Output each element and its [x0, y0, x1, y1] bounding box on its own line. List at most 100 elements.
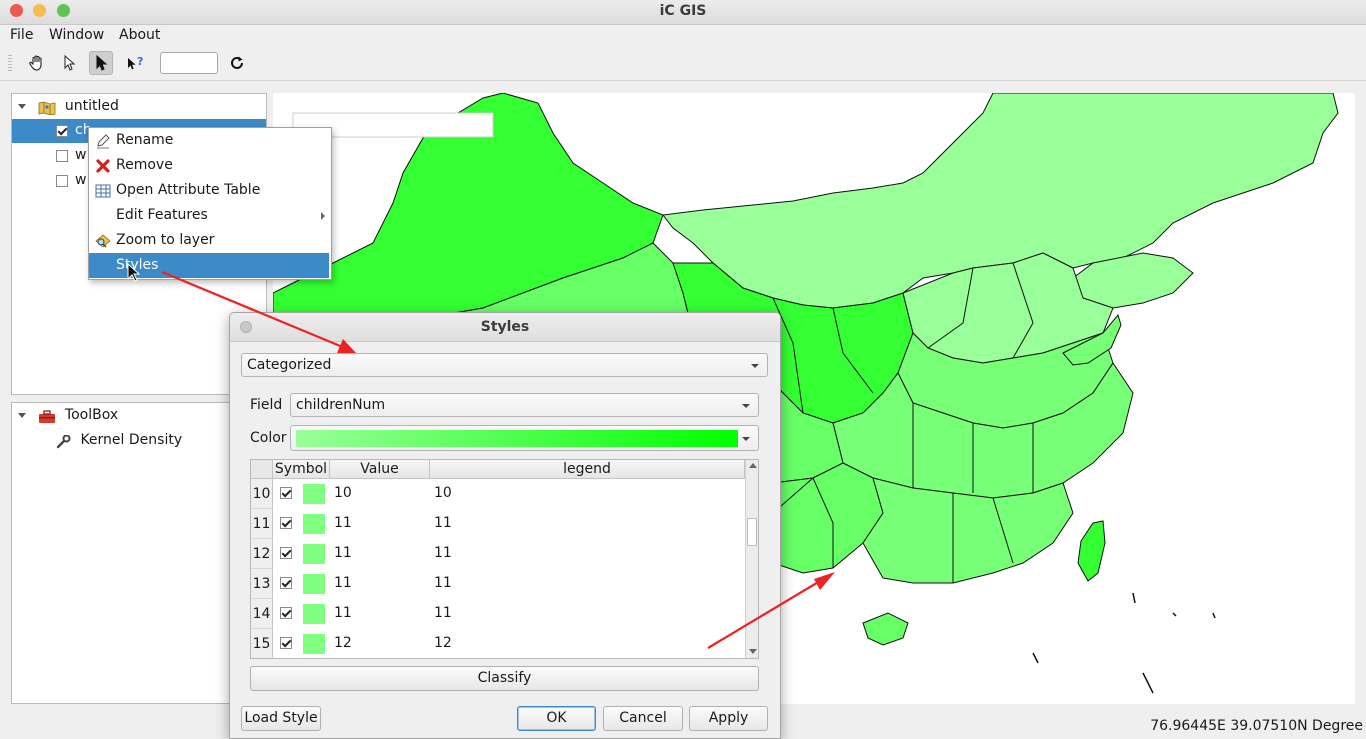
layer-root-label: untitled	[64, 98, 119, 114]
tool-kernel-density-label: Kernel Density	[80, 432, 183, 448]
ctx-zoom-to-layer-label: Zoom to layer	[116, 232, 215, 248]
refresh-icon[interactable]	[225, 51, 249, 75]
row-visible-checkbox[interactable]	[280, 547, 292, 559]
toolbox-title: ToolBox	[64, 407, 119, 423]
row-legend[interactable]: 10	[434, 485, 452, 501]
ctx-edit-features-label: Edit Features	[116, 207, 208, 223]
expand-arrow-icon[interactable]	[18, 103, 26, 109]
scroll-up-icon[interactable]	[749, 463, 757, 468]
ctx-rename[interactable]: Rename	[89, 128, 329, 153]
identify-arrow-icon[interactable]	[89, 51, 113, 75]
status-bar: 76.96445E 39.07510N Degree	[0, 712, 1366, 737]
map-region[interactable]	[1077, 520, 1106, 582]
styles-dialog: Styles Categorized Field childrenNum Col…	[229, 312, 781, 739]
ctx-open-attribute-table-label: Open Attribute Table	[116, 182, 261, 198]
row-visible-checkbox[interactable]	[280, 607, 292, 619]
layer-root-row[interactable]: untitled	[18, 94, 119, 119]
column-header-value[interactable]: Value	[330, 460, 430, 479]
whats-this-icon[interactable]: ?	[123, 51, 147, 75]
row-legend[interactable]: 11	[434, 605, 452, 621]
row-number: 11	[251, 509, 273, 539]
toolbox-icon	[38, 408, 56, 423]
table-row[interactable]: 10 10 10	[251, 479, 745, 509]
row-legend[interactable]: 11	[434, 545, 452, 561]
symbol-swatch[interactable]	[303, 604, 325, 624]
select-arrow-icon[interactable]	[57, 51, 81, 75]
scrollbar-thumb[interactable]	[747, 518, 757, 546]
ctx-remove[interactable]: Remove	[89, 153, 329, 178]
row-value[interactable]: 10	[334, 485, 352, 501]
color-label: Color	[250, 430, 287, 446]
row-legend[interactable]: 11	[434, 515, 452, 531]
window-title: iC GIS	[659, 3, 707, 19]
styles-dialog-title: Styles	[480, 319, 530, 335]
column-header-legend[interactable]: legend	[430, 460, 745, 479]
field-label: Field	[250, 397, 283, 413]
row-number: 12	[251, 539, 273, 569]
ctx-edit-features[interactable]: Edit Features	[89, 203, 329, 228]
table-icon	[95, 183, 111, 199]
row-legend[interactable]: 11	[434, 575, 452, 591]
red-x-icon	[95, 158, 111, 174]
symbol-swatch[interactable]	[303, 544, 325, 564]
row-value[interactable]: 11	[334, 515, 352, 531]
row-visible-checkbox[interactable]	[280, 637, 292, 649]
row-value[interactable]: 11	[334, 545, 352, 561]
table-scrollbar[interactable]	[745, 460, 758, 658]
color-ramp-select[interactable]	[290, 425, 759, 451]
row-value[interactable]: 11	[334, 575, 352, 591]
toolbar: ?	[0, 47, 1366, 81]
row-visible-checkbox[interactable]	[280, 517, 292, 529]
layer-item-2-checkbox[interactable]	[56, 175, 68, 187]
renderer-select[interactable]: Categorized	[241, 353, 768, 377]
row-visible-checkbox[interactable]	[280, 487, 292, 499]
row-legend[interactable]: 12	[434, 635, 452, 651]
menu-about[interactable]: About	[119, 27, 160, 43]
row-value[interactable]: 12	[334, 635, 352, 651]
layer-item-1-checkbox[interactable]	[56, 150, 68, 162]
ctx-styles[interactable]: Styles	[89, 253, 329, 278]
symbol-swatch[interactable]	[303, 634, 325, 654]
menu-window[interactable]: Window	[49, 27, 104, 43]
row-number: 14	[251, 599, 273, 629]
ctx-open-attribute-table[interactable]: Open Attribute Table	[89, 178, 329, 203]
mouse-cursor-icon	[127, 263, 141, 282]
symbol-swatch[interactable]	[303, 574, 325, 594]
layer-item-0-checkbox[interactable]	[56, 125, 68, 137]
ctx-zoom-to-layer[interactable]: Zoom to layer	[89, 228, 329, 253]
table-row[interactable]: 15 12 12	[251, 629, 745, 658]
row-visible-checkbox[interactable]	[280, 577, 292, 589]
title-bar: iC GIS	[0, 0, 1366, 25]
ctx-rename-label: Rename	[116, 132, 174, 148]
map-region[interactable]	[862, 612, 909, 646]
field-select[interactable]: childrenNum	[290, 393, 759, 417]
scale-input[interactable]	[160, 52, 218, 74]
scroll-down-icon[interactable]	[749, 649, 757, 654]
submenu-arrow-icon	[321, 212, 325, 220]
classify-button[interactable]: Classify	[250, 666, 759, 691]
layer-item-1-label: w	[75, 147, 87, 163]
map-icon	[38, 99, 56, 116]
map-islands	[1032, 592, 1216, 694]
table-row[interactable]: 11 11 11	[251, 509, 745, 539]
row-value[interactable]: 11	[334, 605, 352, 621]
classification-table: Symbol Value legend 10 10 10 11 11 11 12…	[250, 459, 759, 659]
row-number: 13	[251, 569, 273, 599]
chevron-down-icon	[751, 364, 759, 368]
table-row[interactable]: 13 11 11	[251, 569, 745, 599]
table-row[interactable]: 14 11 11	[251, 599, 745, 629]
column-header-symbol[interactable]: Symbol	[273, 460, 330, 479]
chevron-down-icon	[742, 437, 750, 441]
toolbox-root-row[interactable]: ToolBox	[18, 403, 118, 428]
expand-arrow-icon[interactable]	[18, 412, 26, 418]
menu-file[interactable]: File	[10, 27, 33, 43]
styles-dialog-titlebar: Styles	[230, 313, 780, 342]
table-row[interactable]: 12 11 11	[251, 539, 745, 569]
row-number: 10	[251, 479, 273, 509]
zoom-layer-icon	[95, 233, 111, 249]
tool-kernel-density[interactable]: Kernel Density	[56, 428, 182, 453]
symbol-swatch[interactable]	[303, 484, 325, 504]
pan-hand-icon[interactable]	[25, 51, 49, 75]
symbol-swatch[interactable]	[303, 514, 325, 534]
toolbar-grip[interactable]	[8, 55, 12, 73]
